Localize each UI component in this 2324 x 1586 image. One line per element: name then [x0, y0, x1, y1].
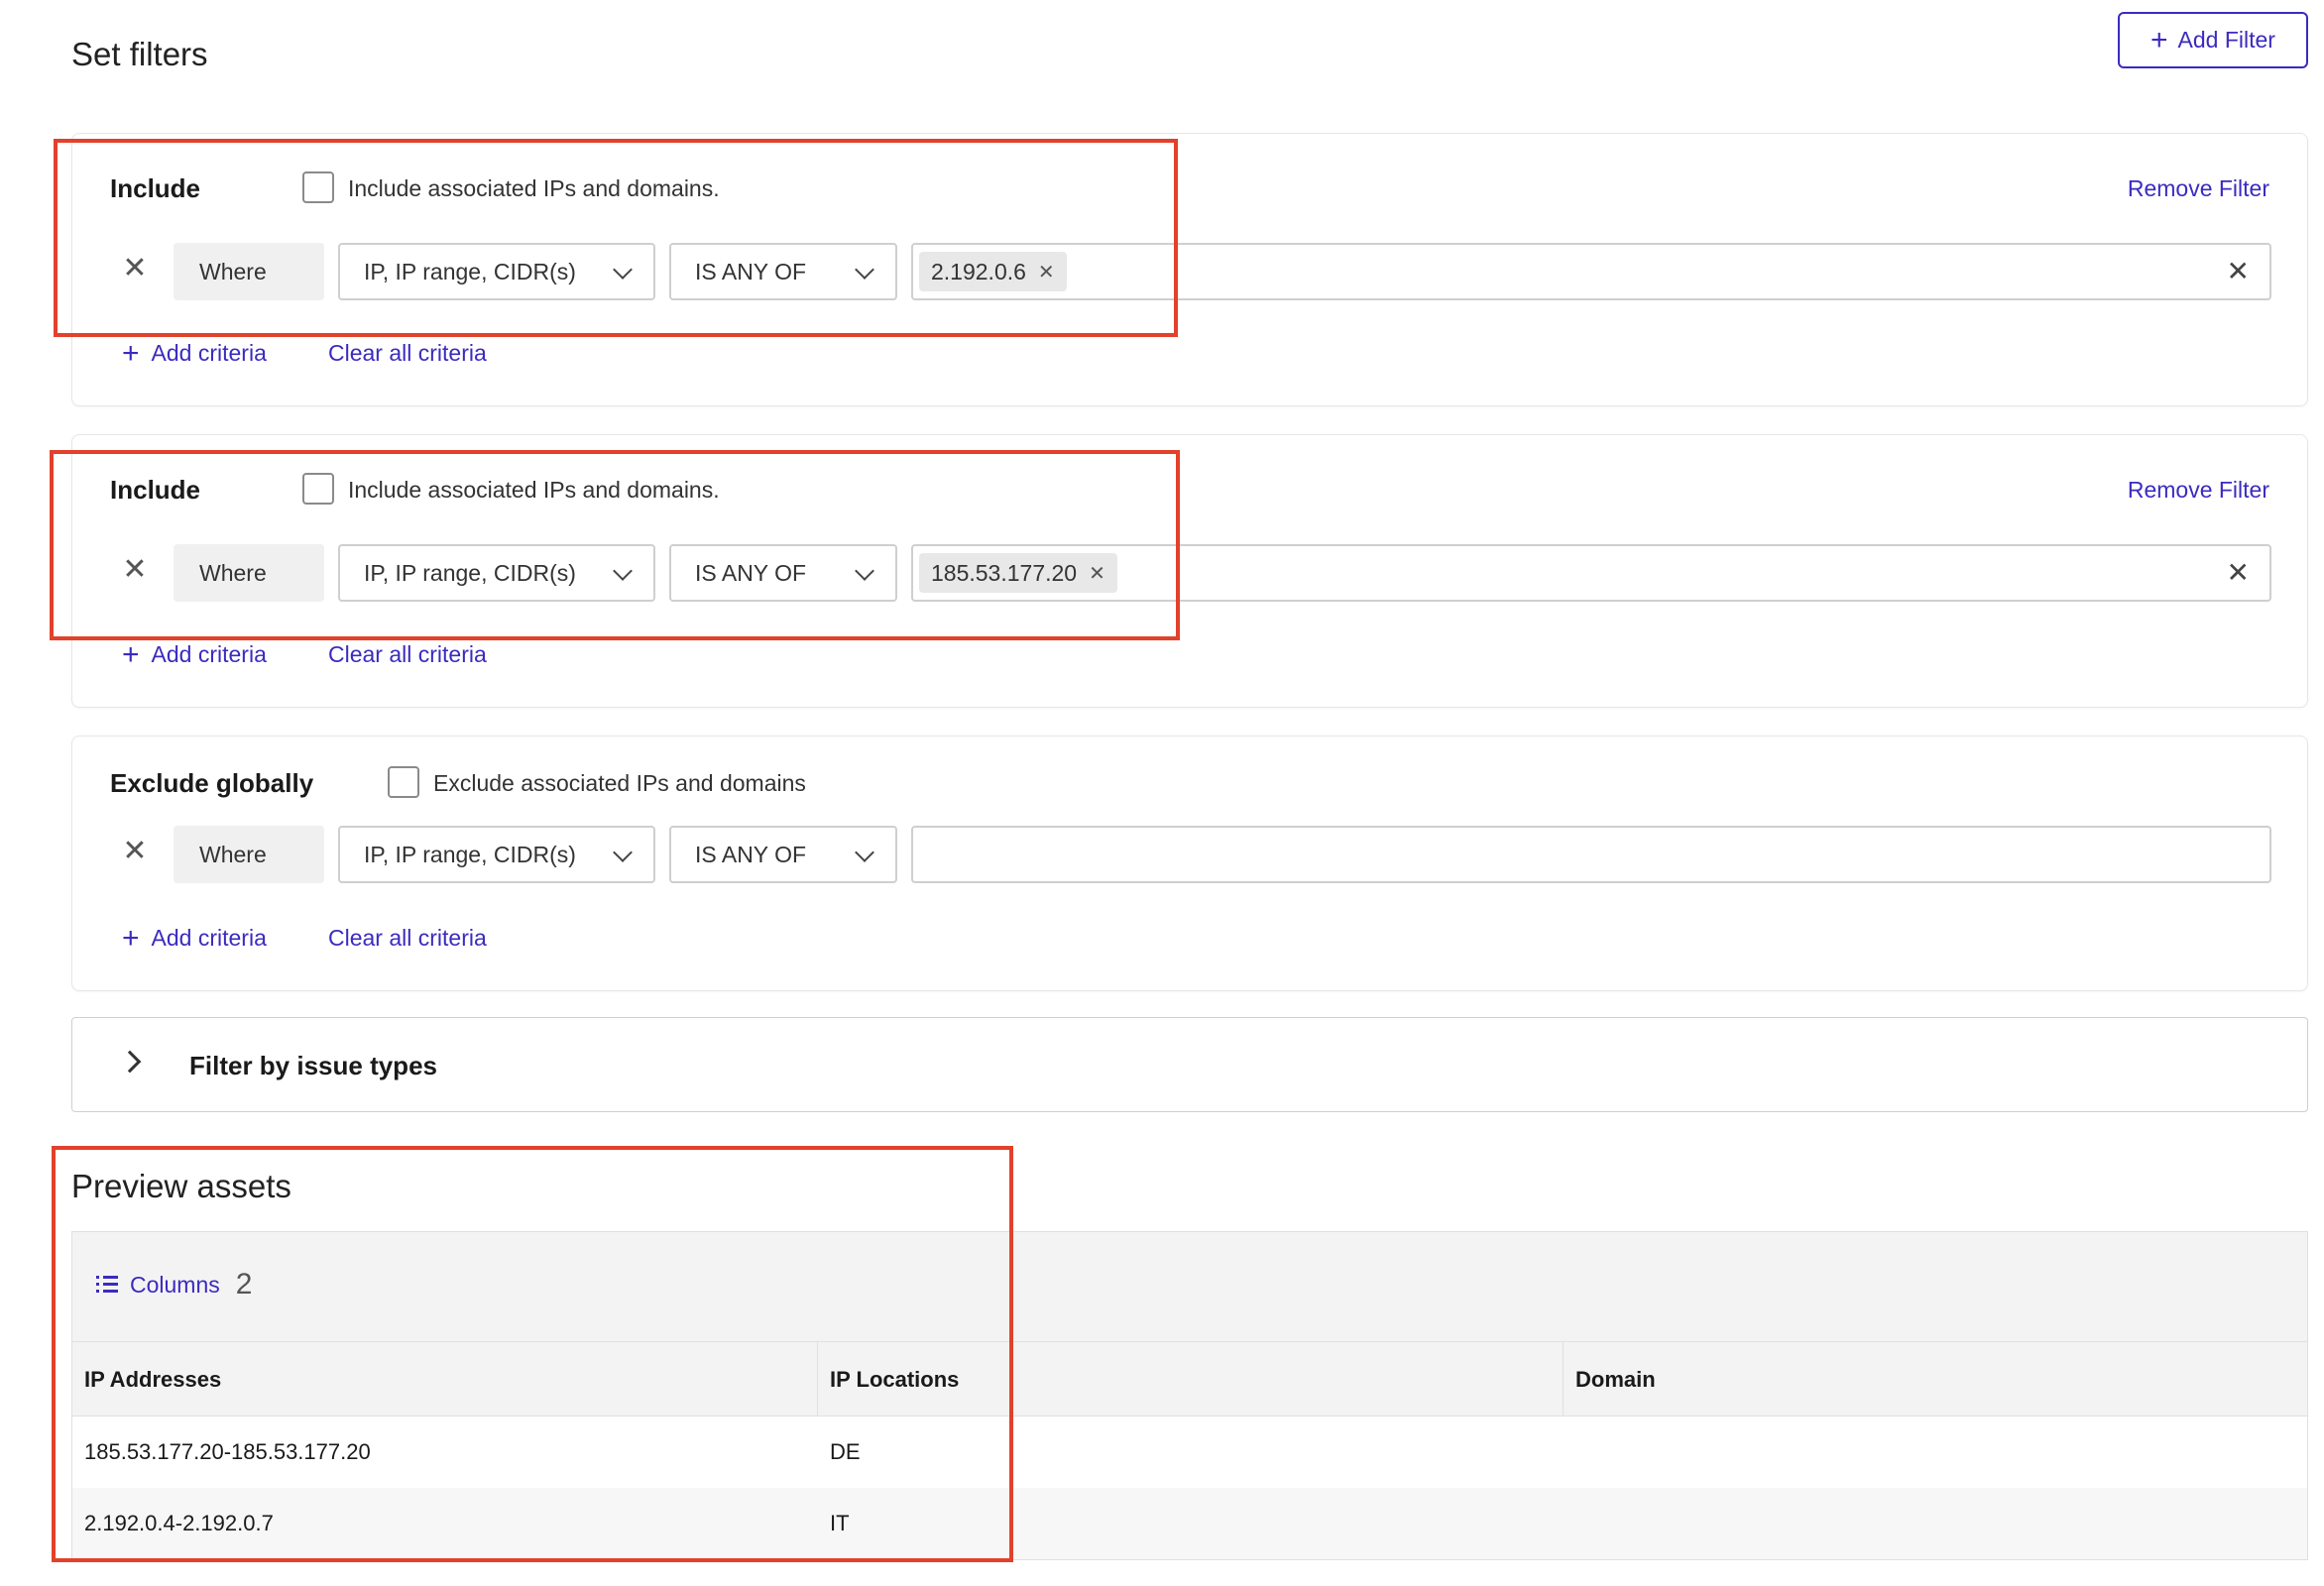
add-criteria-link[interactable]: + Add criteria — [122, 921, 267, 955]
exclude-filter-card: Exclude globally Exclude associated IPs … — [71, 736, 2308, 991]
clear-value-icon[interactable]: ✕ — [2227, 559, 2250, 587]
columns-button[interactable]: Columns 2 — [96, 1268, 252, 1302]
value-input[interactable]: 185.53.177.20 ✕ ✕ — [911, 544, 2271, 602]
plus-icon: + — [122, 637, 140, 671]
close-icon[interactable]: ✕ — [120, 835, 150, 867]
field-select[interactable]: IP, IP range, CIDR(s) — [338, 826, 655, 883]
include-associated-checkbox[interactable] — [302, 171, 334, 203]
column-header-ip-locations[interactable]: IP Locations — [818, 1342, 1564, 1417]
clear-value-icon[interactable]: ✕ — [2227, 258, 2250, 285]
chevron-down-icon — [855, 561, 874, 581]
plus-icon: + — [2150, 23, 2168, 57]
table-row[interactable]: 185.53.177.20-185.53.177.20 DE — [72, 1416, 2307, 1488]
operator-select[interactable]: IS ANY OF — [669, 826, 897, 883]
value-chip-text: 2.192.0.6 — [931, 258, 1026, 284]
filter-type-label: Include — [110, 475, 201, 505]
exclude-associated-label: Exclude associated IPs and domains — [433, 770, 806, 796]
columns-count: 2 — [235, 1268, 253, 1301]
cell-ip-location: DE — [830, 1439, 861, 1464]
field-select[interactable]: IP, IP range, CIDR(s) — [338, 243, 655, 300]
add-criteria-link[interactable]: + Add criteria — [122, 637, 267, 671]
remove-filter-link[interactable]: Remove Filter — [2128, 477, 2269, 504]
cell-ip-address: 2.192.0.4-2.192.0.7 — [84, 1511, 274, 1535]
table-row[interactable]: 2.192.0.4-2.192.0.7 IT — [72, 1488, 2307, 1559]
add-filter-button[interactable]: + Add Filter — [2118, 12, 2308, 68]
column-header-ip-addresses[interactable]: IP Addresses — [72, 1342, 818, 1417]
issue-types-accordion[interactable]: Filter by issue types — [71, 1017, 2308, 1112]
field-select[interactable]: IP, IP range, CIDR(s) — [338, 544, 655, 602]
list-icon — [96, 1276, 118, 1294]
plus-icon: + — [122, 336, 140, 370]
field-select-value: IP, IP range, CIDR(s) — [364, 559, 576, 586]
add-criteria-label: Add criteria — [151, 925, 267, 951]
value-input[interactable]: 2.192.0.6 ✕ ✕ — [911, 243, 2271, 300]
issue-types-title: Filter by issue types — [189, 1051, 437, 1080]
cell-ip-location: IT — [830, 1511, 850, 1535]
operator-select-value: IS ANY OF — [695, 559, 807, 586]
value-chip: 185.53.177.20 ✕ — [919, 553, 1117, 593]
value-chip-text: 185.53.177.20 — [931, 559, 1078, 586]
where-label: Where — [174, 544, 324, 602]
add-criteria-label: Add criteria — [151, 641, 267, 667]
filter-type-label: Include — [110, 173, 201, 203]
remove-chip-icon[interactable]: ✕ — [1089, 561, 1105, 586]
remove-filter-link[interactable]: Remove Filter — [2128, 175, 2269, 202]
value-input[interactable] — [911, 826, 2271, 883]
columns-label: Columns — [130, 1271, 220, 1298]
clear-criteria-link[interactable]: Clear all criteria — [328, 641, 487, 668]
include-filter-card-2: Include Include associated IPs and domai… — [71, 434, 2308, 708]
add-criteria-label: Add criteria — [151, 340, 267, 366]
cell-ip-address: 185.53.177.20-185.53.177.20 — [84, 1439, 371, 1464]
include-associated-label: Include associated IPs and domains. — [348, 477, 720, 503]
operator-select-value: IS ANY OF — [695, 841, 807, 867]
include-filter-card-1: Include Include associated IPs and domai… — [71, 133, 2308, 406]
page-title: Set filters — [71, 36, 208, 72]
add-criteria-link[interactable]: + Add criteria — [122, 336, 267, 370]
operator-select[interactable]: IS ANY OF — [669, 544, 897, 602]
clear-criteria-link[interactable]: Clear all criteria — [328, 340, 487, 367]
preview-table: Columns 2 IP Addresses IP Locations Doma… — [71, 1231, 2308, 1560]
close-icon[interactable]: ✕ — [120, 252, 150, 284]
table-header: IP Addresses IP Locations Domain — [72, 1341, 2309, 1417]
chevron-down-icon — [855, 260, 874, 280]
chevron-down-icon — [855, 843, 874, 862]
chevron-down-icon — [613, 843, 633, 862]
add-filter-label: Add Filter — [2177, 27, 2275, 53]
operator-select[interactable]: IS ANY OF — [669, 243, 897, 300]
clear-criteria-link[interactable]: Clear all criteria — [328, 925, 487, 952]
chevron-down-icon — [613, 561, 633, 581]
where-label: Where — [174, 826, 324, 883]
chevron-right-icon — [118, 1050, 142, 1074]
cell-domain — [1564, 1488, 2309, 1559]
include-associated-label: Include associated IPs and domains. — [348, 175, 720, 201]
column-header-domain[interactable]: Domain — [1564, 1342, 2309, 1417]
plus-icon: + — [122, 921, 140, 955]
preview-title: Preview assets — [71, 1168, 291, 1204]
cell-domain — [1564, 1416, 2309, 1488]
value-chip: 2.192.0.6 ✕ — [919, 252, 1067, 291]
chevron-down-icon — [613, 260, 633, 280]
include-associated-checkbox[interactable] — [302, 473, 334, 505]
remove-chip-icon[interactable]: ✕ — [1038, 260, 1055, 284]
exclude-associated-checkbox[interactable] — [388, 766, 419, 798]
table-toolbar: Columns 2 — [72, 1232, 2307, 1341]
operator-select-value: IS ANY OF — [695, 258, 807, 284]
close-icon[interactable]: ✕ — [120, 553, 150, 586]
filter-type-label: Exclude globally — [110, 768, 314, 798]
field-select-value: IP, IP range, CIDR(s) — [364, 841, 576, 867]
field-select-value: IP, IP range, CIDR(s) — [364, 258, 576, 284]
where-label: Where — [174, 243, 324, 300]
